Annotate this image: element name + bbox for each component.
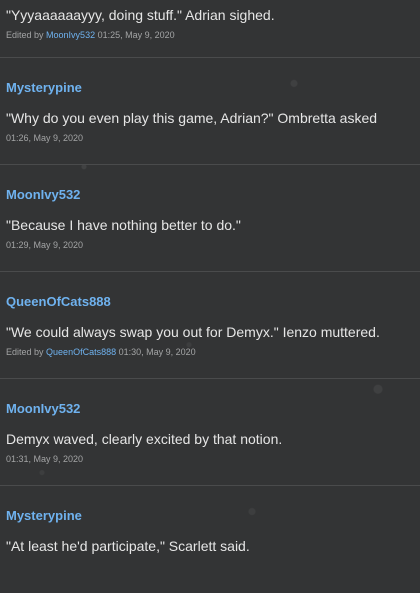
comment-text: "At least he'd participate," Scarlett sa…	[6, 538, 250, 554]
comment-text: Demyx waved, clearly excited by that not…	[6, 431, 283, 447]
comment-timestamp: 01:30, May 9, 2020	[118, 347, 196, 357]
comment-meta: Edited by MoonIvy532 01:25, May 9, 2020	[6, 29, 414, 41]
comment-text: "We could always swap you out for Demyx.…	[6, 324, 380, 340]
comment-author-link[interactable]: Mysterypine	[6, 508, 414, 524]
edited-by-label: Edited by	[6, 30, 44, 40]
comment-text: "Why do you even play this game, Adrian?…	[6, 110, 378, 126]
comment-text: "Yyyaaaaaayyy, doing stuff." Adrian sigh…	[6, 7, 275, 23]
editor-link[interactable]: QueenOfCats888	[46, 347, 116, 357]
comment-timestamp: 01:25, May 9, 2020	[97, 30, 175, 40]
comment-timestamp: 01:31, May 9, 2020	[6, 454, 84, 464]
comment-author-link[interactable]: MoonIvy532	[6, 187, 414, 203]
comment-post: Mysterypine "At least he'd participate,"…	[0, 486, 420, 593]
comment-post: QueenOfCats888 "We could always swap you…	[0, 272, 420, 379]
comment-meta: 01:26, May 9, 2020	[6, 132, 414, 144]
comment-author-link[interactable]: MoonIvy532	[6, 401, 414, 417]
comment-timestamp: 01:29, May 9, 2020	[6, 240, 84, 250]
comment-meta: 01:29, May 9, 2020	[6, 239, 414, 251]
edited-by-label: Edited by	[6, 347, 44, 357]
comment-post: "Yyyaaaaaayyy, doing stuff." Adrian sigh…	[0, 0, 420, 58]
comment-feed: "Yyyaaaaaayyy, doing stuff." Adrian sigh…	[0, 0, 420, 593]
comment-meta: 01:31, May 9, 2020	[6, 453, 414, 465]
comment-meta: Edited by QueenOfCats888 01:30, May 9, 2…	[6, 346, 414, 358]
editor-link[interactable]: MoonIvy532	[46, 30, 95, 40]
comment-timestamp: 01:26, May 9, 2020	[6, 133, 84, 143]
comment-post: Mysterypine "Why do you even play this g…	[0, 58, 420, 165]
comment-post: MoonIvy532 "Because I have nothing bette…	[0, 165, 420, 272]
comment-text: "Because I have nothing better to do."	[6, 217, 241, 233]
comment-author-link[interactable]: QueenOfCats888	[6, 294, 414, 310]
comment-post: MoonIvy532 Demyx waved, clearly excited …	[0, 379, 420, 486]
comment-author-link[interactable]: Mysterypine	[6, 80, 414, 96]
